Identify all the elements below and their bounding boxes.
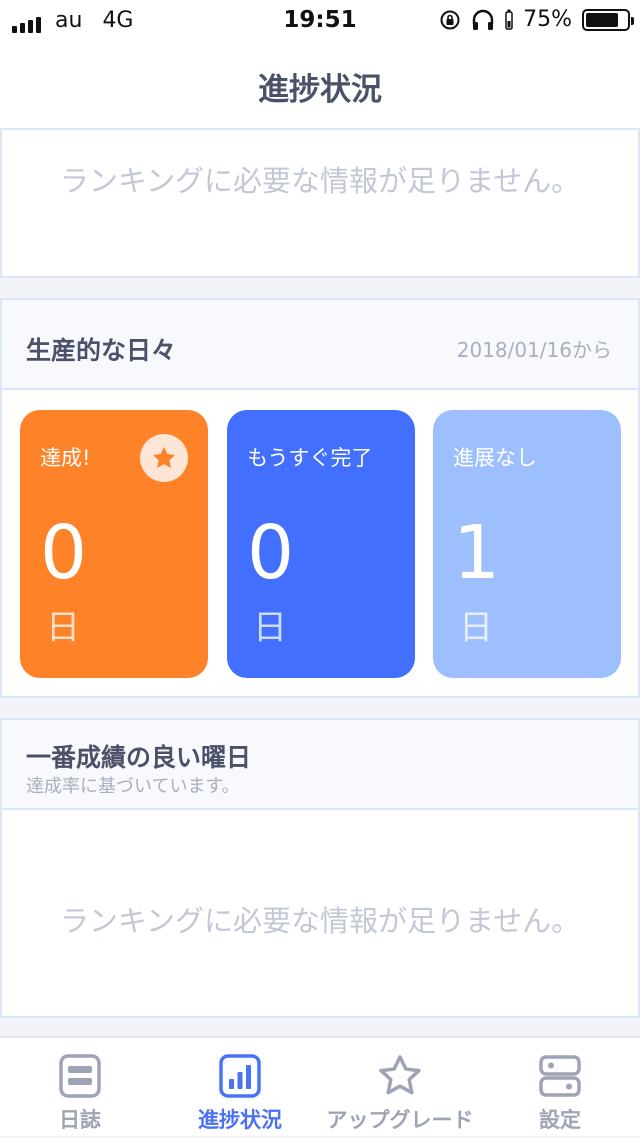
status-bar: au 4G 19:51 75% [0, 0, 640, 40]
best-weekday-header: 一番成績の良い曜日 達成率に基づいています。 [2, 720, 638, 810]
star-icon [152, 446, 176, 468]
best-weekday-subtitle: 達成率に基づいています。 [26, 776, 240, 797]
tab-progress[interactable]: 進捗状況 [160, 1038, 320, 1138]
tab-settings-label: 設定 [539, 1108, 581, 1132]
battery-icon [582, 8, 634, 31]
tile-achieved-value: 0 [40, 510, 88, 596]
tab-upgrade[interactable]: アップグレード [320, 1038, 480, 1138]
journal-icon [59, 1054, 101, 1098]
tile-no-progress-unit: 日 [459, 608, 493, 648]
tile-no-progress-label: 進展なし [453, 446, 537, 470]
tile-almost-done-label: もうすぐ完了 [247, 446, 373, 470]
productive-days-header: 生産的な日々 2018/01/16から [2, 300, 638, 390]
tile-achieved[interactable]: 達成! 0 日 [20, 410, 208, 678]
nav-bar: 進捗状況 [0, 40, 640, 128]
rotation-lock-icon [440, 10, 460, 29]
tile-no-progress-value: 1 [453, 510, 501, 596]
tab-journal-label: 日誌 [59, 1108, 101, 1132]
battery-percent: 75% [523, 7, 572, 32]
ranking-card: ランキングに必要な情報が足りません。 [0, 128, 640, 278]
best-weekday-title: 一番成績の良い曜日 [26, 743, 252, 772]
tile-achieved-unit: 日 [46, 608, 80, 648]
tab-journal[interactable]: 日誌 [0, 1038, 160, 1138]
tab-progress-label: 進捗状況 [198, 1108, 282, 1132]
tile-almost-done[interactable]: もうすぐ完了 0 日 [227, 410, 415, 678]
tile-almost-done-unit: 日 [253, 608, 287, 648]
ranking-empty-message: ランキングに必要な情報が足りません。 [59, 164, 581, 198]
status-right: 75% [439, 7, 634, 32]
battery-small-icon [505, 9, 513, 30]
page-title: 進捗状況 [258, 72, 382, 108]
best-weekday-card: 一番成績の良い曜日 達成率に基づいています。 ランキングに必要な情報が足りません… [0, 718, 640, 1018]
bar-chart-icon [219, 1054, 261, 1098]
tile-achieved-label: 達成! [40, 446, 91, 470]
tile-almost-done-value: 0 [247, 510, 295, 596]
star-badge [140, 434, 188, 482]
tile-no-progress[interactable]: 進展なし 1 日 [433, 410, 621, 678]
settings-icon [539, 1055, 581, 1097]
tab-settings[interactable]: 設定 [480, 1038, 640, 1138]
star-outline-icon [379, 1055, 421, 1095]
headphones-icon [472, 9, 494, 30]
best-weekday-empty-message: ランキングに必要な情報が足りません。 [59, 904, 581, 938]
productive-days-since: 2018/01/16から [456, 338, 612, 362]
tab-upgrade-label: アップグレード [326, 1108, 474, 1132]
productive-days-title: 生産的な日々 [26, 336, 177, 365]
tab-bar: 日誌 進捗状況 アップグレード 設定 [0, 1036, 640, 1136]
